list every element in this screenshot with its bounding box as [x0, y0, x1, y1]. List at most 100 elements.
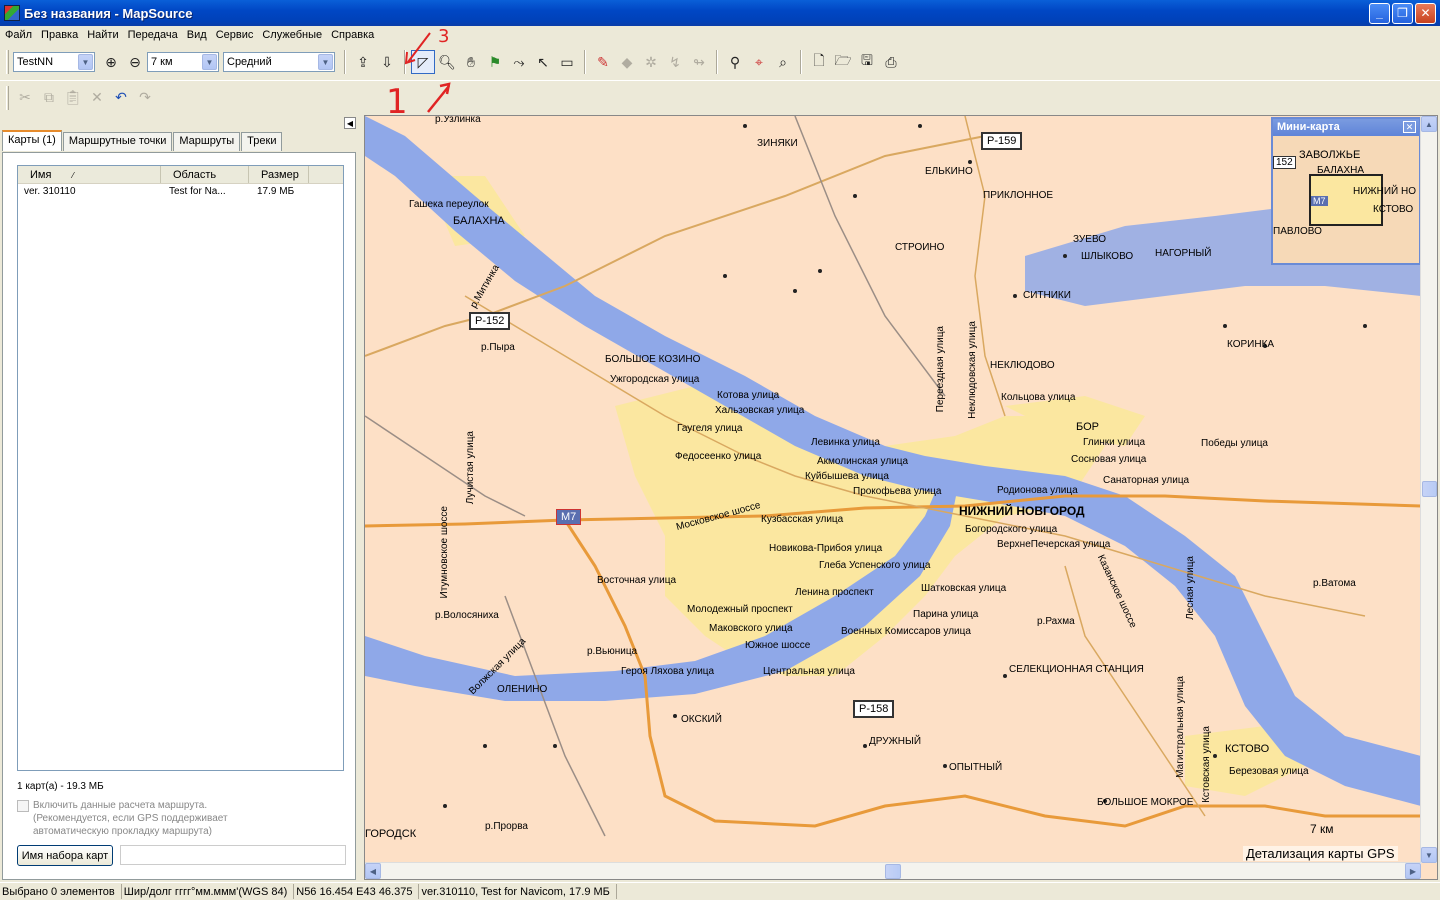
- print-button[interactable]: ⎙: [879, 50, 903, 74]
- menu-transfer[interactable]: Передача: [125, 29, 184, 41]
- find-nearby-button[interactable]: ⌕: [771, 50, 795, 74]
- panel-tabs: Карты (1) Маршрутные точки Маршруты Трек…: [2, 130, 283, 151]
- distance-tool-button[interactable]: ▭: [555, 50, 579, 74]
- map-label: СТРОИНО: [895, 242, 945, 253]
- menu-help[interactable]: Справка: [328, 29, 380, 41]
- send-to-device-button[interactable]: ⇩: [375, 50, 399, 74]
- zoom-in-button[interactable]: ⊕: [99, 50, 123, 74]
- map-label: ЗИНЯКИ: [757, 138, 798, 149]
- map-label: р.Вьюница: [587, 646, 638, 657]
- maps-list[interactable]: Имя ⁄ Область Размер ver. 310110 Test fo…: [17, 165, 344, 771]
- tab-routes[interactable]: Маршруты: [173, 132, 241, 151]
- collapse-panel-button[interactable]: ◀: [344, 117, 356, 129]
- minimap-body[interactable]: ЗАВОЛЖЬЕ БАЛАХНА НИЖНИЙ НО КСТОВО ПАВЛОВ…: [1273, 136, 1419, 263]
- maps-tab-panel: Имя ⁄ Область Размер ver. 310110 Test fo…: [2, 152, 356, 880]
- map-vertical-scrollbar[interactable]: ▲ ▼: [1420, 116, 1437, 863]
- edit-toolbar: ✂ ⧉ 📋︎ ✕ ↶ ↷: [0, 80, 1440, 114]
- menu-edit[interactable]: Правка: [38, 29, 84, 41]
- zoom-select[interactable]: 7 км ▼: [147, 52, 219, 72]
- divide-button[interactable]: ✲: [639, 50, 663, 74]
- minimap[interactable]: Мини-карта ✕ ЗАВОЛЖЬЕ БАЛАХНА НИЖНИЙ НО …: [1271, 117, 1421, 265]
- zoom-out-button[interactable]: ⊖: [123, 50, 147, 74]
- map-view[interactable]: НИЖНИЙ НОВГОРОД БОР БАЛАХНА КСТОВО Ужгор…: [364, 115, 1438, 880]
- scroll-up-icon[interactable]: ▲: [1421, 116, 1437, 132]
- map-label: Гашека переулок: [409, 199, 489, 210]
- undo-icon[interactable]: ↶: [109, 86, 133, 110]
- receive-from-device-button[interactable]: ⇪: [351, 50, 375, 74]
- menu-view[interactable]: Вид: [184, 29, 213, 41]
- save-file-button[interactable]: 🖫︎: [855, 50, 879, 74]
- minimize-button[interactable]: _: [1369, 2, 1390, 24]
- road-shield: Р-152: [469, 312, 511, 330]
- copy-icon[interactable]: ⧉: [37, 86, 61, 110]
- list-item[interactable]: ver. 310110 Test for Na... 17.9 МБ: [18, 184, 343, 200]
- toolbar-separator: [716, 50, 718, 74]
- erase-button[interactable]: ◆: [615, 50, 639, 74]
- map-label: СЕЛЕКЦИОННАЯ СТАНЦИЯ: [1009, 664, 1144, 675]
- map-label: Левинка улица: [811, 437, 880, 448]
- waypoint-tool-button[interactable]: ⚑: [483, 50, 507, 74]
- minimap-title-bar: Мини-карта ✕: [1273, 119, 1419, 136]
- cut-icon[interactable]: ✂: [13, 86, 37, 110]
- minimap-close-icon[interactable]: ✕: [1403, 121, 1416, 133]
- find-button[interactable]: ⚲: [723, 50, 747, 74]
- map-label: БОР: [1076, 421, 1099, 433]
- map-label: р.Пыра: [481, 342, 515, 353]
- redo-icon[interactable]: ↷: [133, 86, 157, 110]
- map-label: Лесная улица: [1185, 556, 1196, 620]
- product-select[interactable]: TestNN ▼: [13, 52, 95, 72]
- paste-icon[interactable]: 📋︎: [61, 86, 85, 110]
- status-map-info: ver.310110, Test for Navicom, 17.9 МБ: [419, 884, 617, 899]
- column-name[interactable]: Имя ⁄: [18, 166, 161, 183]
- map-label: Ленина проспект: [795, 587, 874, 598]
- scroll-right-icon[interactable]: ▶: [1405, 863, 1421, 879]
- tab-maps[interactable]: Карты (1): [2, 130, 62, 151]
- column-size[interactable]: Размер: [249, 166, 309, 183]
- map-label: ОКСКИЙ: [681, 714, 722, 725]
- tab-tracks[interactable]: Треки: [241, 132, 283, 151]
- detail-select-value: Средний: [227, 56, 272, 68]
- map-label: Хальзовская улица: [715, 405, 805, 416]
- detail-select[interactable]: Средний ▼: [223, 52, 335, 72]
- find-places-button[interactable]: ⌖: [747, 50, 771, 74]
- vertical-scroll-thumb[interactable]: [1422, 481, 1437, 497]
- map-area: Test for Na...: [169, 186, 226, 197]
- map-set-name-field[interactable]: [120, 845, 346, 865]
- map-horizontal-scrollbar[interactable]: ◀ ▶: [365, 862, 1421, 879]
- menu-find[interactable]: Найти: [84, 29, 124, 41]
- close-button[interactable]: ✕: [1415, 2, 1436, 24]
- zoom-tool-button[interactable]: 🔍︎: [435, 50, 459, 74]
- scroll-left-icon[interactable]: ◀: [365, 863, 381, 879]
- menu-utilities[interactable]: Служебные: [259, 29, 328, 41]
- map-label: Прокофьева улица: [853, 486, 942, 497]
- checkbox-box[interactable]: [17, 800, 29, 812]
- route-tool-button[interactable]: ⤳: [507, 50, 531, 74]
- select-tool-button[interactable]: ↖: [531, 50, 555, 74]
- open-file-button[interactable]: 🗁︎: [831, 50, 855, 74]
- route-data-checkbox[interactable]: Включить данные расчета маршрута. (Реком…: [17, 799, 251, 838]
- delete-icon[interactable]: ✕: [85, 86, 109, 110]
- menu-service[interactable]: Сервис: [213, 29, 260, 41]
- map-label: Победы улица: [1201, 438, 1268, 449]
- connect-button[interactable]: ↬: [687, 50, 711, 74]
- column-area[interactable]: Область: [161, 166, 249, 183]
- scroll-down-icon[interactable]: ▼: [1421, 847, 1437, 863]
- checkbox-note: (Рекомендуется, если GPS поддерживает ав…: [33, 813, 228, 837]
- new-file-button[interactable]: 🗋︎: [807, 50, 831, 74]
- toolbar-separator: [404, 50, 406, 74]
- tab-waypoints[interactable]: Маршрутные точки: [62, 132, 173, 151]
- map-tool-button[interactable]: ◸: [411, 50, 435, 74]
- map-label: Глеба Успенского улица: [819, 560, 931, 571]
- edit-track-button[interactable]: ✎: [591, 50, 615, 74]
- chevron-down-icon: ▼: [78, 54, 93, 70]
- horizontal-scroll-thumb[interactable]: [885, 864, 901, 879]
- hand-tool-button[interactable]: ✋︎: [459, 50, 483, 74]
- join-button[interactable]: ↯: [663, 50, 687, 74]
- main-toolbar: TestNN ▼ ⊕ ⊖ 7 км ▼ Средний ▼ ⇪ ⇩ ◸ 🔍︎ ✋︎ ⚑…: [0, 45, 1440, 79]
- menu-file[interactable]: Файл: [2, 29, 38, 41]
- map-label: Кольцова улица: [1001, 392, 1076, 403]
- map-set-name-button[interactable]: Имя набора карт: [17, 845, 113, 866]
- map-label: Кстовская улица: [1201, 726, 1212, 803]
- restore-button[interactable]: ❐: [1392, 2, 1413, 24]
- map-label: БОЛЬШОЕ МОКРОЕ: [1097, 797, 1194, 808]
